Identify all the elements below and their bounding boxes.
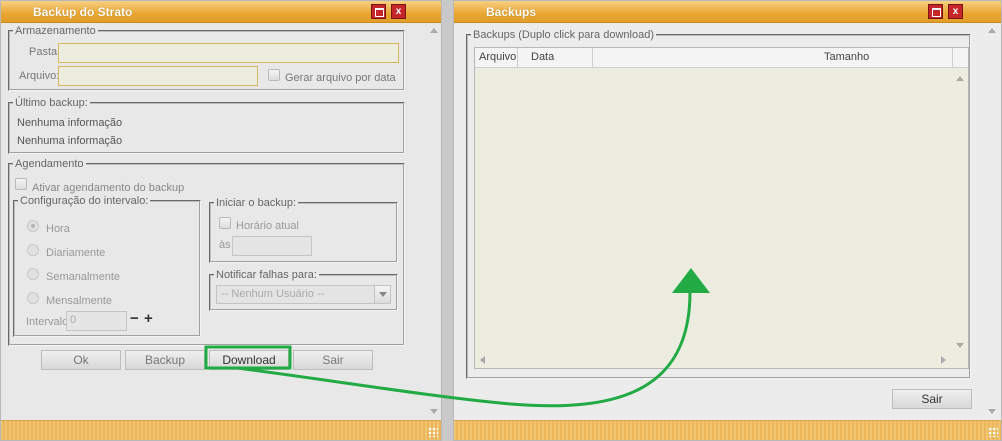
backups-table-header: Arquivo Data Tamanho [475, 48, 968, 68]
ok-button[interactable]: Ok [41, 350, 121, 370]
grid-scroll-up-icon[interactable] [956, 76, 964, 81]
backups-window-titlebar[interactable]: Backups x [454, 1, 1001, 23]
interval-config-legend: Configuração do intervalo: [20, 195, 149, 207]
enable-schedule-label: Ativar agendamento do backup [32, 182, 185, 194]
notify-user-select[interactable]: -- Nenhum Usuário -- [216, 285, 391, 304]
backups-group-legend: Backups (Duplo click para download) [473, 29, 654, 41]
scroll-up-icon[interactable] [430, 28, 438, 33]
notify-legend: Notificar falhas para: [216, 269, 317, 281]
column-header-arquivo[interactable]: Arquivo [475, 48, 518, 68]
storage-legend: Armazenamento [15, 25, 96, 37]
radio-daily[interactable] [27, 244, 39, 256]
interval-increment-button[interactable]: + [144, 310, 153, 327]
at-label: às [219, 239, 231, 251]
backup-button[interactable]: Backup [125, 350, 205, 370]
file-label: Arquivo: [19, 70, 60, 82]
resize-grip-icon[interactable] [428, 427, 438, 437]
enable-schedule-checkbox[interactable] [15, 178, 27, 190]
backup-window-footer [1, 420, 441, 440]
grid-scroll-right-icon[interactable] [941, 356, 946, 364]
right-scrollbar[interactable] [984, 23, 1000, 420]
close-icon[interactable]: x [948, 4, 963, 19]
last-backup-line1: Nenhuma informação [17, 117, 123, 129]
current-time-checkbox[interactable] [219, 217, 231, 229]
start-backup-legend: Iniciar o backup: [216, 197, 297, 209]
grid-scroll-left-icon[interactable] [480, 356, 485, 364]
scroll-up-icon[interactable] [988, 28, 996, 33]
interval-input[interactable]: 0 [66, 311, 127, 331]
backup-window-titlebar[interactable]: Backup do Strato x [1, 1, 441, 23]
maximize-icon[interactable] [371, 4, 386, 19]
radio-hour-label: Hora [46, 223, 70, 235]
by-date-checkbox[interactable] [268, 69, 280, 81]
folder-label: Pasta: [29, 46, 61, 58]
close-icon[interactable]: x [391, 4, 406, 19]
radio-weekly-label: Semanalmente [46, 271, 120, 283]
maximize-icon[interactable] [928, 4, 943, 19]
exit-button-right[interactable]: Sair [892, 389, 972, 409]
radio-monthly[interactable] [27, 292, 39, 304]
backups-table[interactable]: Arquivo Data Tamanho [474, 47, 969, 369]
column-header-data[interactable]: Data [518, 48, 593, 68]
notify-user-selected: -- Nenhum Usuário -- [221, 288, 325, 300]
current-time-label: Horário atual [236, 220, 299, 232]
scroll-down-icon[interactable] [988, 409, 996, 414]
interval-decrement-button[interactable]: − [130, 310, 139, 327]
exit-button-left[interactable]: Sair [293, 350, 373, 370]
column-header-tamanho[interactable]: Tamanho [593, 48, 953, 68]
folder-input[interactable] [58, 43, 399, 63]
backup-window-title: Backup do Strato [33, 5, 133, 19]
radio-monthly-label: Mensalmente [46, 295, 113, 307]
left-scrollbar[interactable] [426, 23, 441, 420]
last-backup-line2: Nenhuma informação [17, 135, 123, 147]
file-input[interactable] [58, 66, 258, 86]
radio-daily-label: Diariamente [46, 247, 106, 259]
radio-weekly[interactable] [27, 268, 39, 280]
resize-grip-icon[interactable] [988, 427, 998, 437]
schedule-legend: Agendamento [15, 158, 84, 170]
backups-window: Backups x Backups (Duplo click para down… [453, 0, 1002, 441]
chevron-down-icon[interactable] [374, 286, 390, 303]
radio-hour[interactable] [27, 220, 39, 232]
backup-window: Backup do Strato x Armazenamento Pasta: … [0, 0, 442, 441]
last-backup-legend: Último backup: [15, 97, 88, 109]
download-button[interactable]: Download [209, 350, 289, 370]
start-time-input[interactable] [232, 236, 312, 256]
backups-window-title: Backups [486, 5, 537, 19]
grid-scroll-down-icon[interactable] [956, 343, 964, 348]
interval-label: Intervalo [26, 316, 69, 328]
backups-window-footer [454, 420, 1001, 440]
scroll-down-icon[interactable] [430, 409, 438, 414]
by-date-label: Gerar arquivo por data [285, 72, 396, 84]
